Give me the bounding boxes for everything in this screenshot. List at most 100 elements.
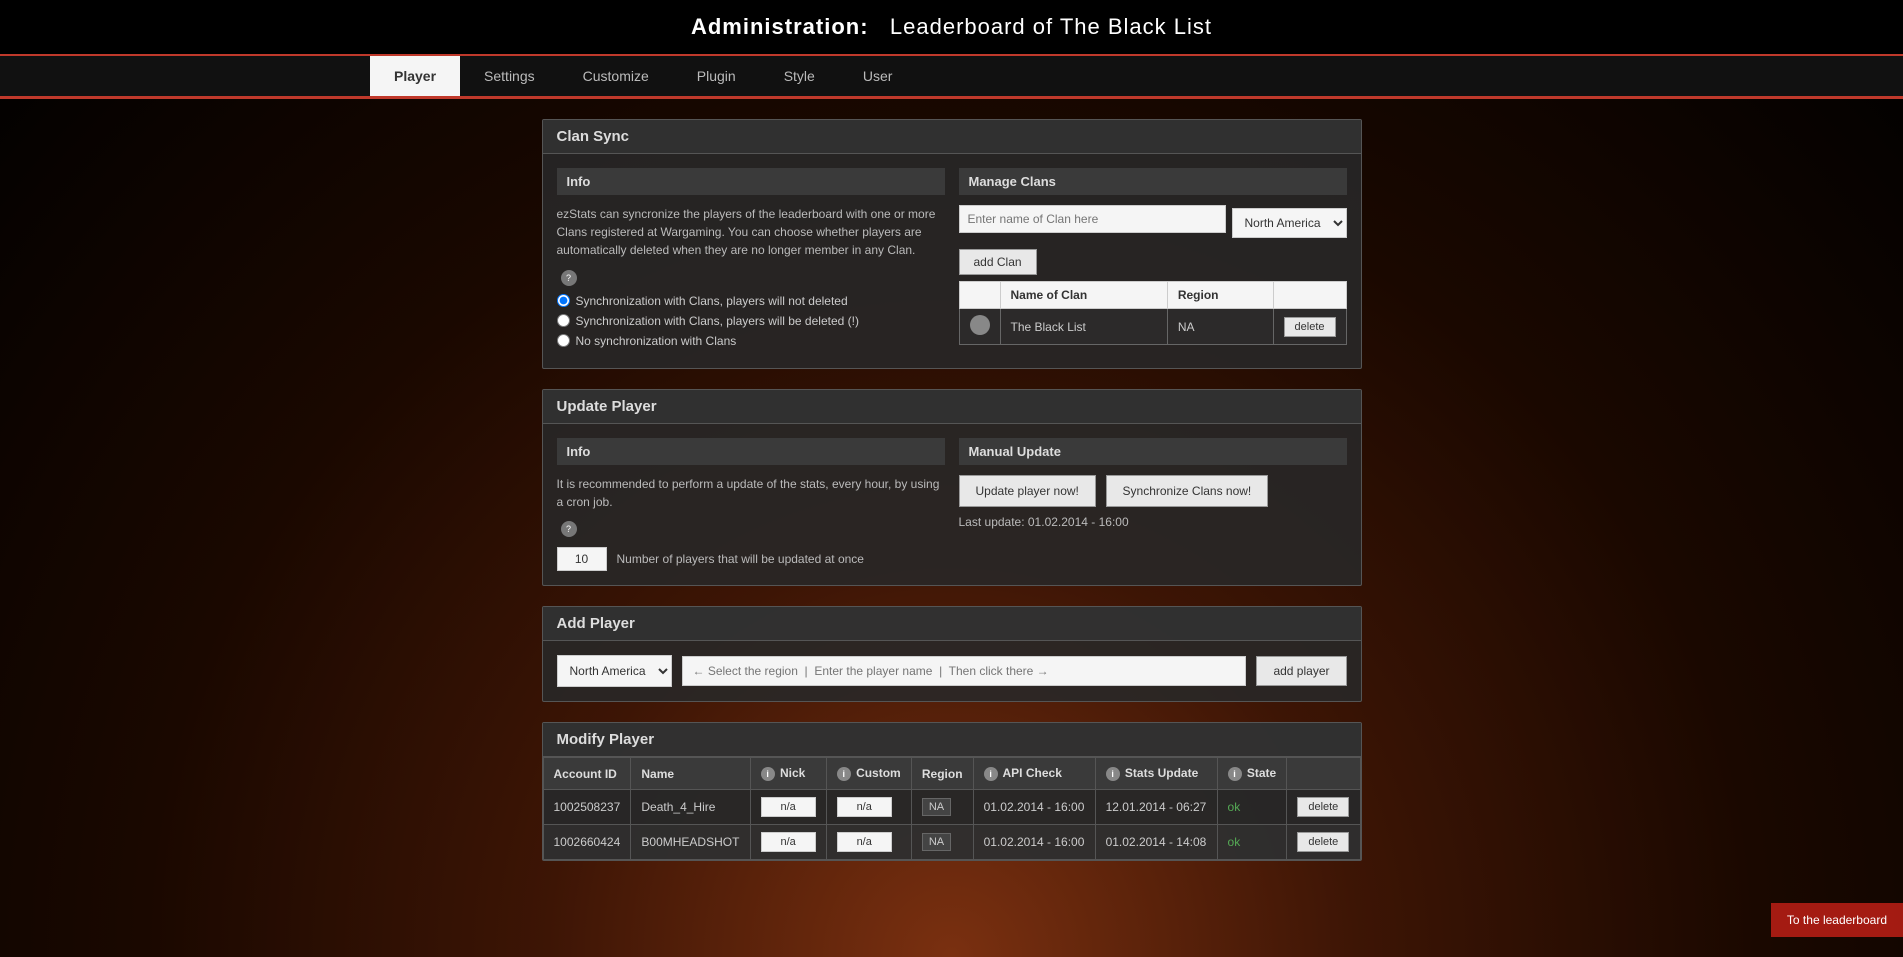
modify-table: Account ID Name i Nick i Custom Region	[543, 757, 1361, 860]
update-buttons-row: Update player now! Synchronize Clans now…	[959, 475, 1347, 507]
clan-sync-help-icon[interactable]: ?	[561, 270, 577, 286]
player-1-delete-button[interactable]: delete	[1297, 832, 1349, 852]
modify-player-panel: Modify Player Account ID Name i Nick i	[542, 722, 1362, 861]
add-player-name-input[interactable]	[682, 656, 1247, 686]
player-1-nick-input[interactable]	[761, 832, 816, 852]
update-player-header: Update Player	[543, 390, 1361, 424]
radio-no-sync-label: No synchronization with Clans	[576, 334, 737, 348]
radio-delete: Synchronization with Clans, players will…	[557, 314, 945, 328]
clan-input-row: North America Europe Asia Russia	[959, 205, 1347, 241]
tab-user[interactable]: User	[839, 56, 917, 96]
player-1-state: ok	[1217, 825, 1287, 860]
custom-info-icon[interactable]: i	[837, 767, 851, 781]
radio-no-delete-label: Synchronization with Clans, players will…	[576, 294, 848, 308]
player-0-nick-input[interactable]	[761, 797, 816, 817]
radio-no-sync-input[interactable]	[557, 334, 570, 347]
add-player-button[interactable]: add player	[1256, 656, 1346, 686]
player-0-account-id: 1002508237	[543, 790, 631, 825]
clan-table: Name of Clan Region The Black List	[959, 281, 1347, 345]
update-info-text: It is recommended to perform a update of…	[557, 475, 945, 511]
add-player-region-select[interactable]: North America Europe Asia Russia	[557, 655, 672, 687]
update-player-body: Info It is recommended to perform a upda…	[543, 424, 1361, 586]
clan-region-cell: NA	[1167, 309, 1273, 345]
col-name: Name	[631, 758, 750, 790]
clan-icon-cell	[959, 309, 1000, 345]
clan-sync-header: Clan Sync	[543, 120, 1361, 154]
col-api-check: i API Check	[973, 758, 1095, 790]
tab-player[interactable]: Player	[370, 56, 460, 96]
player-1-actions: delete	[1287, 825, 1360, 860]
player-1-custom-input[interactable]	[837, 832, 892, 852]
player-0-stats-update: 12.01.2014 - 06:27	[1095, 790, 1217, 825]
player-0-state: ok	[1217, 790, 1287, 825]
player-1-name: B00MHEADSHOT	[631, 825, 750, 860]
clan-delete-button[interactable]: delete	[1284, 317, 1336, 337]
clan-col-region: Region	[1167, 282, 1273, 309]
clan-sync-panel: Clan Sync Info ezStats can syncronize th…	[542, 119, 1362, 369]
clan-delete-cell: delete	[1273, 309, 1346, 345]
player-1-account-id: 1002660424	[543, 825, 631, 860]
clan-region-select[interactable]: North America Europe Asia Russia	[1232, 208, 1347, 238]
tab-style[interactable]: Style	[760, 56, 839, 96]
player-1-api-check: 01.02.2014 - 16:00	[973, 825, 1095, 860]
col-region: Region	[911, 758, 973, 790]
col-nick: i Nick	[750, 758, 826, 790]
clan-sync-info-text: ezStats can syncronize the players of th…	[557, 205, 945, 259]
update-now-button[interactable]: Update player now!	[959, 475, 1096, 507]
main-content: Clan Sync Info ezStats can syncronize th…	[542, 99, 1362, 901]
update-help-icon[interactable]: ?	[561, 521, 577, 537]
tab-customize[interactable]: Customize	[559, 56, 673, 96]
tab-plugin[interactable]: Plugin	[673, 56, 760, 96]
clan-sync-body: Info ezStats can syncronize the players …	[543, 154, 1361, 368]
sync-clans-button[interactable]: Synchronize Clans now!	[1106, 475, 1269, 507]
players-per-update-desc: Number of players that will be updated a…	[617, 552, 864, 566]
player-1-state-value: ok	[1228, 835, 1241, 849]
modify-player-header: Modify Player	[543, 723, 1361, 757]
api-check-info-icon[interactable]: i	[984, 767, 998, 781]
modify-table-header-row: Account ID Name i Nick i Custom Region	[543, 758, 1360, 790]
add-clan-button[interactable]: add Clan	[959, 249, 1037, 275]
manage-clans-header: Manage Clans	[959, 168, 1347, 195]
clan-name-cell: The Black List	[1000, 309, 1167, 345]
player-row-0: 1002508237 Death_4_Hire NA 01.02	[543, 790, 1360, 825]
player-0-region: NA	[911, 790, 973, 825]
tab-settings[interactable]: Settings	[460, 56, 559, 96]
add-player-body: North America Europe Asia Russia add pla…	[543, 641, 1361, 701]
radio-no-delete: Synchronization with Clans, players will…	[557, 294, 945, 308]
player-0-actions: delete	[1287, 790, 1360, 825]
state-info-icon[interactable]: i	[1228, 767, 1242, 781]
update-player-right: Manual Update Update player now! Synchro…	[959, 438, 1347, 572]
players-per-update-row: Number of players that will be updated a…	[557, 547, 945, 571]
player-1-custom	[826, 825, 911, 860]
col-state: i State	[1217, 758, 1287, 790]
nav-bar: Player Settings Customize Plugin Style U…	[0, 56, 1903, 99]
radio-no-sync: No synchronization with Clans	[557, 334, 945, 348]
update-player-panel: Update Player Info It is recommended to …	[542, 389, 1362, 587]
player-1-region: NA	[911, 825, 973, 860]
clan-sync-info-header: Info	[557, 168, 945, 195]
clan-col-action	[1273, 282, 1346, 309]
clan-sync-left: Info ezStats can syncronize the players …	[557, 168, 945, 354]
page-title: Leaderboard of The Black List	[890, 14, 1212, 39]
nick-info-icon[interactable]: i	[761, 767, 775, 781]
stats-update-info-icon[interactable]: i	[1106, 767, 1120, 781]
radio-delete-input[interactable]	[557, 314, 570, 327]
player-0-custom	[826, 790, 911, 825]
player-1-region-badge: NA	[922, 833, 951, 851]
player-0-delete-button[interactable]: delete	[1297, 797, 1349, 817]
player-0-custom-input[interactable]	[837, 797, 892, 817]
radio-no-delete-input[interactable]	[557, 294, 570, 307]
clan-col-icon	[959, 282, 1000, 309]
to-leaderboard-button[interactable]: To the leaderboard	[1771, 903, 1903, 937]
manual-update-header: Manual Update	[959, 438, 1347, 465]
player-1-stats-update: 01.02.2014 - 14:08	[1095, 825, 1217, 860]
player-0-region-badge: NA	[922, 798, 951, 816]
add-player-panel: Add Player North America Europe Asia Rus…	[542, 606, 1362, 702]
clan-name-input[interactable]	[959, 205, 1226, 233]
player-1-nick	[750, 825, 826, 860]
player-0-state-value: ok	[1228, 800, 1241, 814]
players-per-update-input[interactable]	[557, 547, 607, 571]
player-0-api-check: 01.02.2014 - 16:00	[973, 790, 1095, 825]
clan-sync-right: Manage Clans North America Europe Asia R…	[959, 168, 1347, 354]
player-0-name: Death_4_Hire	[631, 790, 750, 825]
